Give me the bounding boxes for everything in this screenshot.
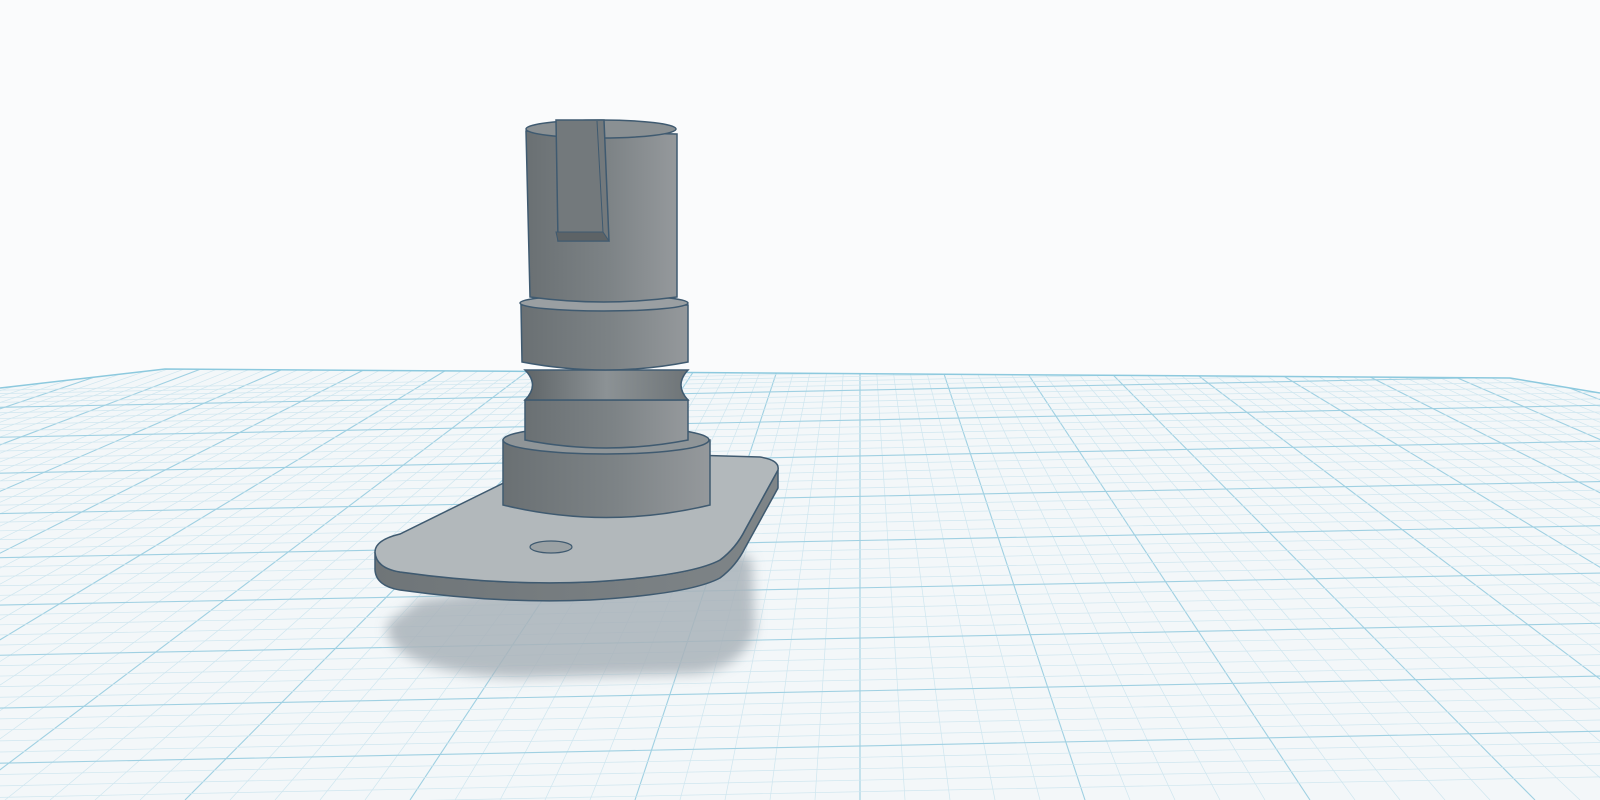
groove	[523, 369, 690, 401]
lower-ring	[524, 399, 689, 449]
workplane-scene[interactable]	[0, 0, 1600, 800]
upper-ring	[520, 304, 689, 371]
shaft-key	[555, 119, 610, 242]
mounting-hole	[529, 540, 573, 554]
shaft-key-bottom	[555, 231, 610, 242]
design-viewport[interactable]	[0, 0, 1600, 800]
workplane-surface[interactable]	[0, 369, 1600, 800]
